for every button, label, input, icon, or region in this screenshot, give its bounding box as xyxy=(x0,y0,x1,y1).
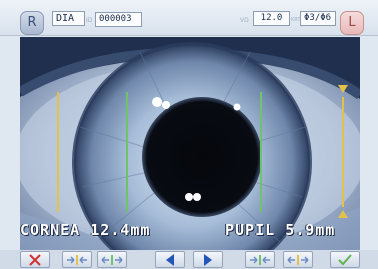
pupil-widen-button[interactable] xyxy=(283,251,313,268)
pupil-label: PUPIL xyxy=(225,221,276,239)
pupil-value: 5.9mm xyxy=(285,221,336,239)
check-icon xyxy=(338,254,352,266)
triangle-left-icon xyxy=(166,254,174,266)
arrows-out-icon xyxy=(101,255,123,265)
mode-field: DIA xyxy=(52,11,85,26)
reflection-dot xyxy=(185,193,193,201)
cancel-button[interactable] xyxy=(20,251,50,268)
vertex-distance-field[interactable]: 12.0 xyxy=(253,11,290,26)
x-icon xyxy=(29,254,41,266)
pupil-narrow-button[interactable] xyxy=(245,251,275,268)
reflection-dot xyxy=(152,97,162,107)
pupil-readout: PUPIL 5.9mm xyxy=(225,221,335,239)
cornea-label: CORNEA xyxy=(20,221,81,239)
eye-image-area[interactable]: CORNEA 12.4mm PUPIL 5.9mm xyxy=(20,37,360,250)
measure-zone-field[interactable]: Φ3/Φ6 xyxy=(300,11,336,26)
bottom-toolbar xyxy=(0,250,378,269)
triangle-right-icon xyxy=(204,254,212,266)
cornea-readout: CORNEA 12.4mm xyxy=(20,221,150,239)
right-eye-button[interactable]: R xyxy=(20,11,44,35)
move-left-button[interactable] xyxy=(155,251,185,268)
move-right-button[interactable] xyxy=(193,251,223,268)
reflection-dot xyxy=(193,193,201,201)
patient-id-field[interactable]: 000003 xyxy=(95,12,142,27)
arrows-in-icon xyxy=(250,255,270,265)
vd-caption: VD xyxy=(240,17,249,24)
cornea-value: 12.4mm xyxy=(90,221,151,239)
cornea-narrow-button[interactable] xyxy=(62,251,92,268)
arrows-out-icon xyxy=(287,255,309,265)
pupil xyxy=(142,97,262,217)
id-caption: ID xyxy=(86,17,93,24)
cornea-widen-button[interactable] xyxy=(97,251,127,268)
left-eye-button[interactable]: L xyxy=(340,11,364,35)
confirm-button[interactable] xyxy=(330,251,360,268)
arrows-in-icon xyxy=(67,255,87,265)
reflection-dot xyxy=(162,101,170,109)
eye-image xyxy=(20,37,360,250)
reflection-dot xyxy=(233,103,241,111)
